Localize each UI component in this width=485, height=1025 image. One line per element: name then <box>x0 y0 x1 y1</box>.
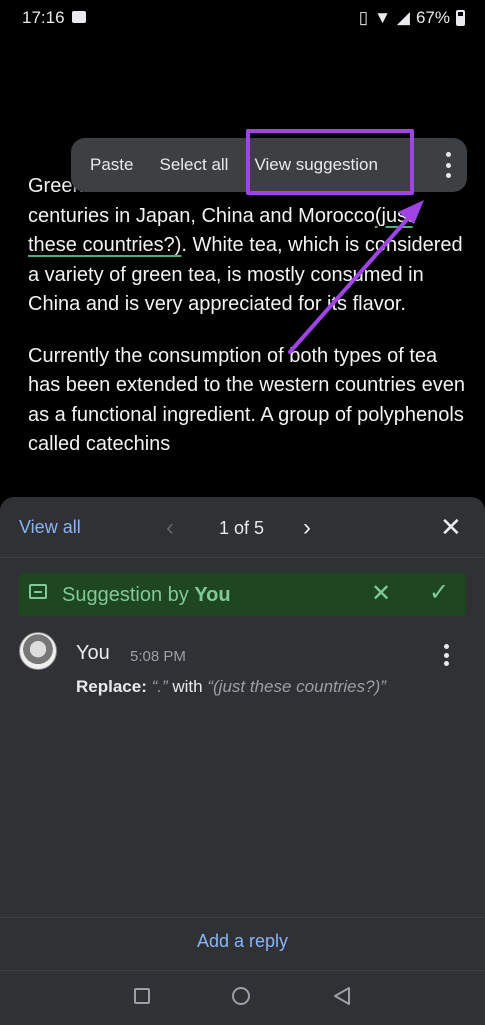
suggestion-sheet: View all ‹ 1 of 5 › ✕ Suggestion by You … <box>0 497 485 1024</box>
view-suggestion-button[interactable]: View suggestion <box>241 155 391 175</box>
status-bar: 17:16 ▯ ▼ ◢ 67% <box>0 0 485 36</box>
home-icon[interactable] <box>232 987 250 1005</box>
comment-time: 5:08 PM <box>130 648 186 665</box>
comment-author: You <box>76 642 110 664</box>
more-options-icon[interactable] <box>445 152 451 178</box>
battery-percent: 67% <box>415 8 450 27</box>
battery-icon <box>456 10 465 26</box>
status-icons: ▯ ▼ ◢ 67% <box>359 8 465 28</box>
suggestion-header: Suggestion by You ✕ ✓ <box>19 573 466 616</box>
paragraph-1[interactable]: Green tea has been ccenturies in Japan, … <box>28 172 468 320</box>
vibrate-icon: ▯ <box>358 8 369 27</box>
wifi-icon: ▼ <box>374 8 391 27</box>
suggest-edit-icon <box>29 584 47 599</box>
add-reply-button[interactable]: Add a reply <box>0 931 485 952</box>
view-all-link[interactable]: View all <box>19 517 81 538</box>
select-all-button[interactable]: Select all <box>146 155 241 175</box>
suggestion-counter: 1 of 5 <box>219 518 265 538</box>
suggested-insertion[interactable]: (just <box>375 205 413 227</box>
divider <box>0 557 485 558</box>
replace-description: Replace: “.” with “(just these countries… <box>76 677 386 696</box>
avatar <box>19 632 57 670</box>
doc-text: centuries in Japan, China and Morocco <box>28 204 375 227</box>
recents-icon[interactable] <box>134 988 150 1004</box>
system-nav-bar <box>0 970 485 1025</box>
comment-more-icon[interactable] <box>443 644 449 666</box>
text-context-menu: Paste Select all View suggestion <box>71 138 467 192</box>
paste-button[interactable]: Paste <box>77 155 146 175</box>
divider <box>0 917 485 918</box>
close-icon[interactable]: ✕ <box>440 512 462 543</box>
paragraph-2[interactable]: Currently the consumption of both types … <box>28 342 468 460</box>
accept-suggestion-icon[interactable]: ✓ <box>429 578 449 607</box>
suggestion-title: Suggestion by You <box>62 584 231 606</box>
reject-suggestion-icon[interactable]: ✕ <box>371 579 391 608</box>
status-time: 17:16 <box>22 8 65 27</box>
back-icon[interactable] <box>332 986 352 1006</box>
image-notification-icon <box>72 11 86 23</box>
suggestion-nav: View all ‹ 1 of 5 › ✕ <box>0 497 485 557</box>
chevron-right-icon[interactable]: › <box>303 514 311 542</box>
chevron-left-icon[interactable]: ‹ <box>166 514 174 542</box>
document-body[interactable]: Green tea has been ccenturies in Japan, … <box>28 172 468 482</box>
suggested-insertion[interactable]: these countries?) <box>28 234 181 256</box>
signal-icon: ◢ <box>396 8 410 27</box>
